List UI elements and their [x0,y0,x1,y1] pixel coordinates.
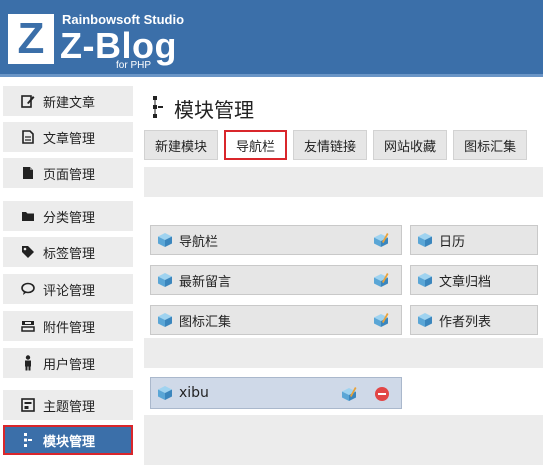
delete-icon[interactable] [375,387,389,401]
attachment-icon [19,318,37,334]
sidebar-item-article-manage[interactable]: 文章管理 [3,122,133,152]
edit-box-icon[interactable] [341,386,357,402]
cube-icon [158,386,172,400]
widget-author-list[interactable]: 作者列表 [410,305,538,335]
widget-navbar[interactable]: 导航栏 [150,225,402,255]
sidebar-item-user-manage[interactable]: 用户管理 [3,348,133,378]
comment-icon [19,281,37,297]
widget-latest-comments[interactable]: 最新留言 [150,265,402,295]
sidebar-module-xibu[interactable]: xibu [150,377,402,409]
tag-icon [19,244,37,260]
sidebar-item-comment-manage[interactable]: 评论管理 [3,274,133,304]
widget-label: 文章归档 [439,274,492,290]
widget-label: 最新留言 [179,274,232,290]
sidebar-item-category-manage[interactable]: 分类管理 [3,201,133,231]
page-icon [19,165,37,181]
sidebar-zone-header [144,338,543,368]
widget-icon-collection[interactable]: 图标汇集 [150,305,402,335]
sidebar-item-theme-manage[interactable]: 主题管理 [3,390,133,420]
tab-site-favorites[interactable]: 网站收藏 [373,130,448,160]
sidebar-item-label: 模块管理 [43,434,96,450]
cube-icon [158,233,172,247]
logo-letter: Z [17,14,45,63]
tab-content-band [144,167,543,197]
header-banner: Z Rainbowsoft Studio Z-Blog for PHP [0,0,543,77]
sidebar-item-page-manage[interactable]: 页面管理 [3,158,133,188]
brand-subtitle: for PHP [116,60,152,71]
tab-navbar[interactable]: 导航栏 [224,130,288,160]
sidebar-item-label: 用户管理 [43,357,96,373]
edit-icon [19,93,37,109]
module-tabs: 新建模块 导航栏 友情链接 网站收藏 图标汇集 [144,130,533,162]
cube-icon [158,313,172,327]
widget-calendar[interactable]: 日历 [410,225,538,255]
sidebar-item-label: 文章管理 [43,131,96,147]
tab-friend-links[interactable]: 友情链接 [293,130,368,160]
sidebar-item-attachment-manage[interactable]: 附件管理 [3,311,133,341]
cube-icon [158,273,172,287]
widget-label: 作者列表 [439,314,492,330]
cube-icon [418,233,432,247]
widget-article-archive[interactable]: 文章归档 [410,265,538,295]
user-icon [19,355,37,371]
main-content: 模块管理 新建模块 导航栏 友情链接 网站收藏 图标汇集 导航栏 日历 最新留言… [144,80,543,465]
edit-box-icon[interactable] [373,232,389,248]
document-icon [19,129,37,145]
theme-icon [19,397,37,413]
page-title-row: 模块管理 [152,94,254,123]
widget-label: 图标汇集 [179,314,232,330]
widget-label: xibu [179,385,209,401]
edit-box-icon[interactable] [373,272,389,288]
sidebar-item-label: 新建文章 [43,95,96,111]
cube-icon [418,313,432,327]
page-title: 模块管理 [174,98,254,122]
sidebar-item-label: 附件管理 [43,320,96,336]
module-icon [19,432,37,448]
tab-icon-collection[interactable]: 图标汇集 [453,130,528,160]
folder-icon [19,208,37,224]
sidebar-item-label: 主题管理 [43,399,96,415]
sidebar-item-new-article[interactable]: 新建文章 [3,86,133,116]
sidebar-item-label: 评论管理 [43,283,96,299]
sidebar-item-label: 分类管理 [43,210,96,226]
edit-box-icon[interactable] [373,312,389,328]
sidebar-item-label: 标签管理 [43,246,96,262]
widget-label: 导航栏 [179,234,219,250]
sidebar: 新建文章 文章管理 页面管理 分类管理 标签管理 评论管理 附件管理 用户管理 … [0,80,137,465]
zblog-logo: Z [8,14,54,64]
sidebar-item-module-manage[interactable]: 模块管理 [3,425,133,455]
sidebar-zone-footer [144,415,543,465]
sidebar-item-label: 页面管理 [43,167,96,183]
tab-new-module[interactable]: 新建模块 [144,130,219,160]
sidebar-item-tag-manage[interactable]: 标签管理 [3,237,133,267]
widget-label: 日历 [439,234,466,250]
module-tree-icon [152,95,164,123]
cube-icon [418,273,432,287]
